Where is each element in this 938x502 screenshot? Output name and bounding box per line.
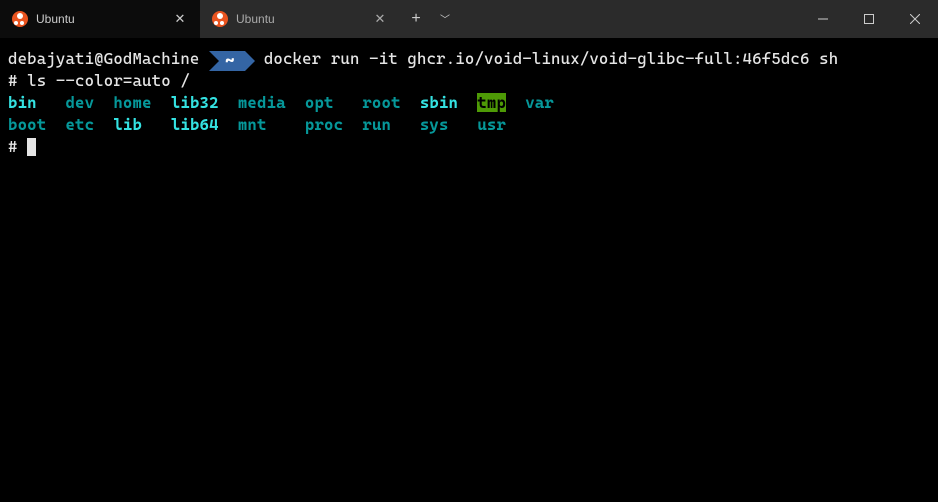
current-prompt-line: # [8,136,930,158]
tab-close-button[interactable]: ✕ [172,11,188,27]
new-tab-button[interactable]: + [400,0,432,38]
dir-entry: home [113,93,151,112]
terminal-area[interactable]: debajyati@GodMachine ~ docker run -it gh… [0,38,938,168]
prompt-path-segment: ~ [209,50,245,70]
dir-entry: run [362,115,391,134]
ls-output-row: boot etc lib lib64 mnt proc run sys usr [8,114,930,136]
dir-entry: boot [8,115,46,134]
prompt-command: docker run -it ghcr.io/void-linux/void-g… [264,49,839,68]
dir-entry: lib32 [171,93,219,112]
tab-title: Ubuntu [236,12,364,26]
minimize-button[interactable] [800,0,846,38]
dir-entry: usr [477,115,506,134]
dir-entry: bin [8,93,37,112]
dir-entry: sbin [420,93,458,112]
dir-entry: sys [420,115,449,134]
tab-dropdown-button[interactable]: ﹀ [432,0,458,38]
tab-title: Ubuntu [36,12,164,26]
tab-active[interactable]: Ubuntu ✕ [0,0,200,38]
prompt-user-host: debajyati@GodMachine [8,49,200,68]
dir-entry: lib [113,115,142,134]
ls-command: ls --color=auto / [27,71,190,90]
maximize-button[interactable] [846,0,892,38]
window-controls [800,0,938,38]
dir-entry: proc [305,115,343,134]
close-button[interactable] [892,0,938,38]
ubuntu-icon [212,11,228,27]
shell-prompt-symbol: # [8,137,18,156]
dir-entry: opt [305,93,334,112]
dir-entry: lib64 [171,115,219,134]
cursor [27,138,36,156]
ls-command-line: # ls --color=auto / [8,70,930,92]
dir-entry: mnt [238,115,267,134]
dir-entry: root [362,93,400,112]
dir-entry-sticky: tmp [477,93,506,112]
dir-entry: etc [65,115,94,134]
dir-entry: media [238,93,286,112]
tab-inactive[interactable]: Ubuntu ✕ [200,0,400,38]
dir-entry: dev [65,93,94,112]
ls-output-row: bin dev home lib32 media opt root sbin t… [8,92,930,114]
dir-entry: var [525,93,554,112]
prompt-path-symbol: ~ [209,51,245,71]
tab-close-button[interactable]: ✕ [372,11,388,27]
ubuntu-icon [12,11,28,27]
tabs-container: Ubuntu ✕ Ubuntu ✕ + ﹀ [0,0,458,38]
prompt-line: debajyati@GodMachine ~ docker run -it gh… [8,48,930,70]
titlebar: Ubuntu ✕ Ubuntu ✕ + ﹀ [0,0,938,38]
shell-prompt-symbol: # [8,71,18,90]
